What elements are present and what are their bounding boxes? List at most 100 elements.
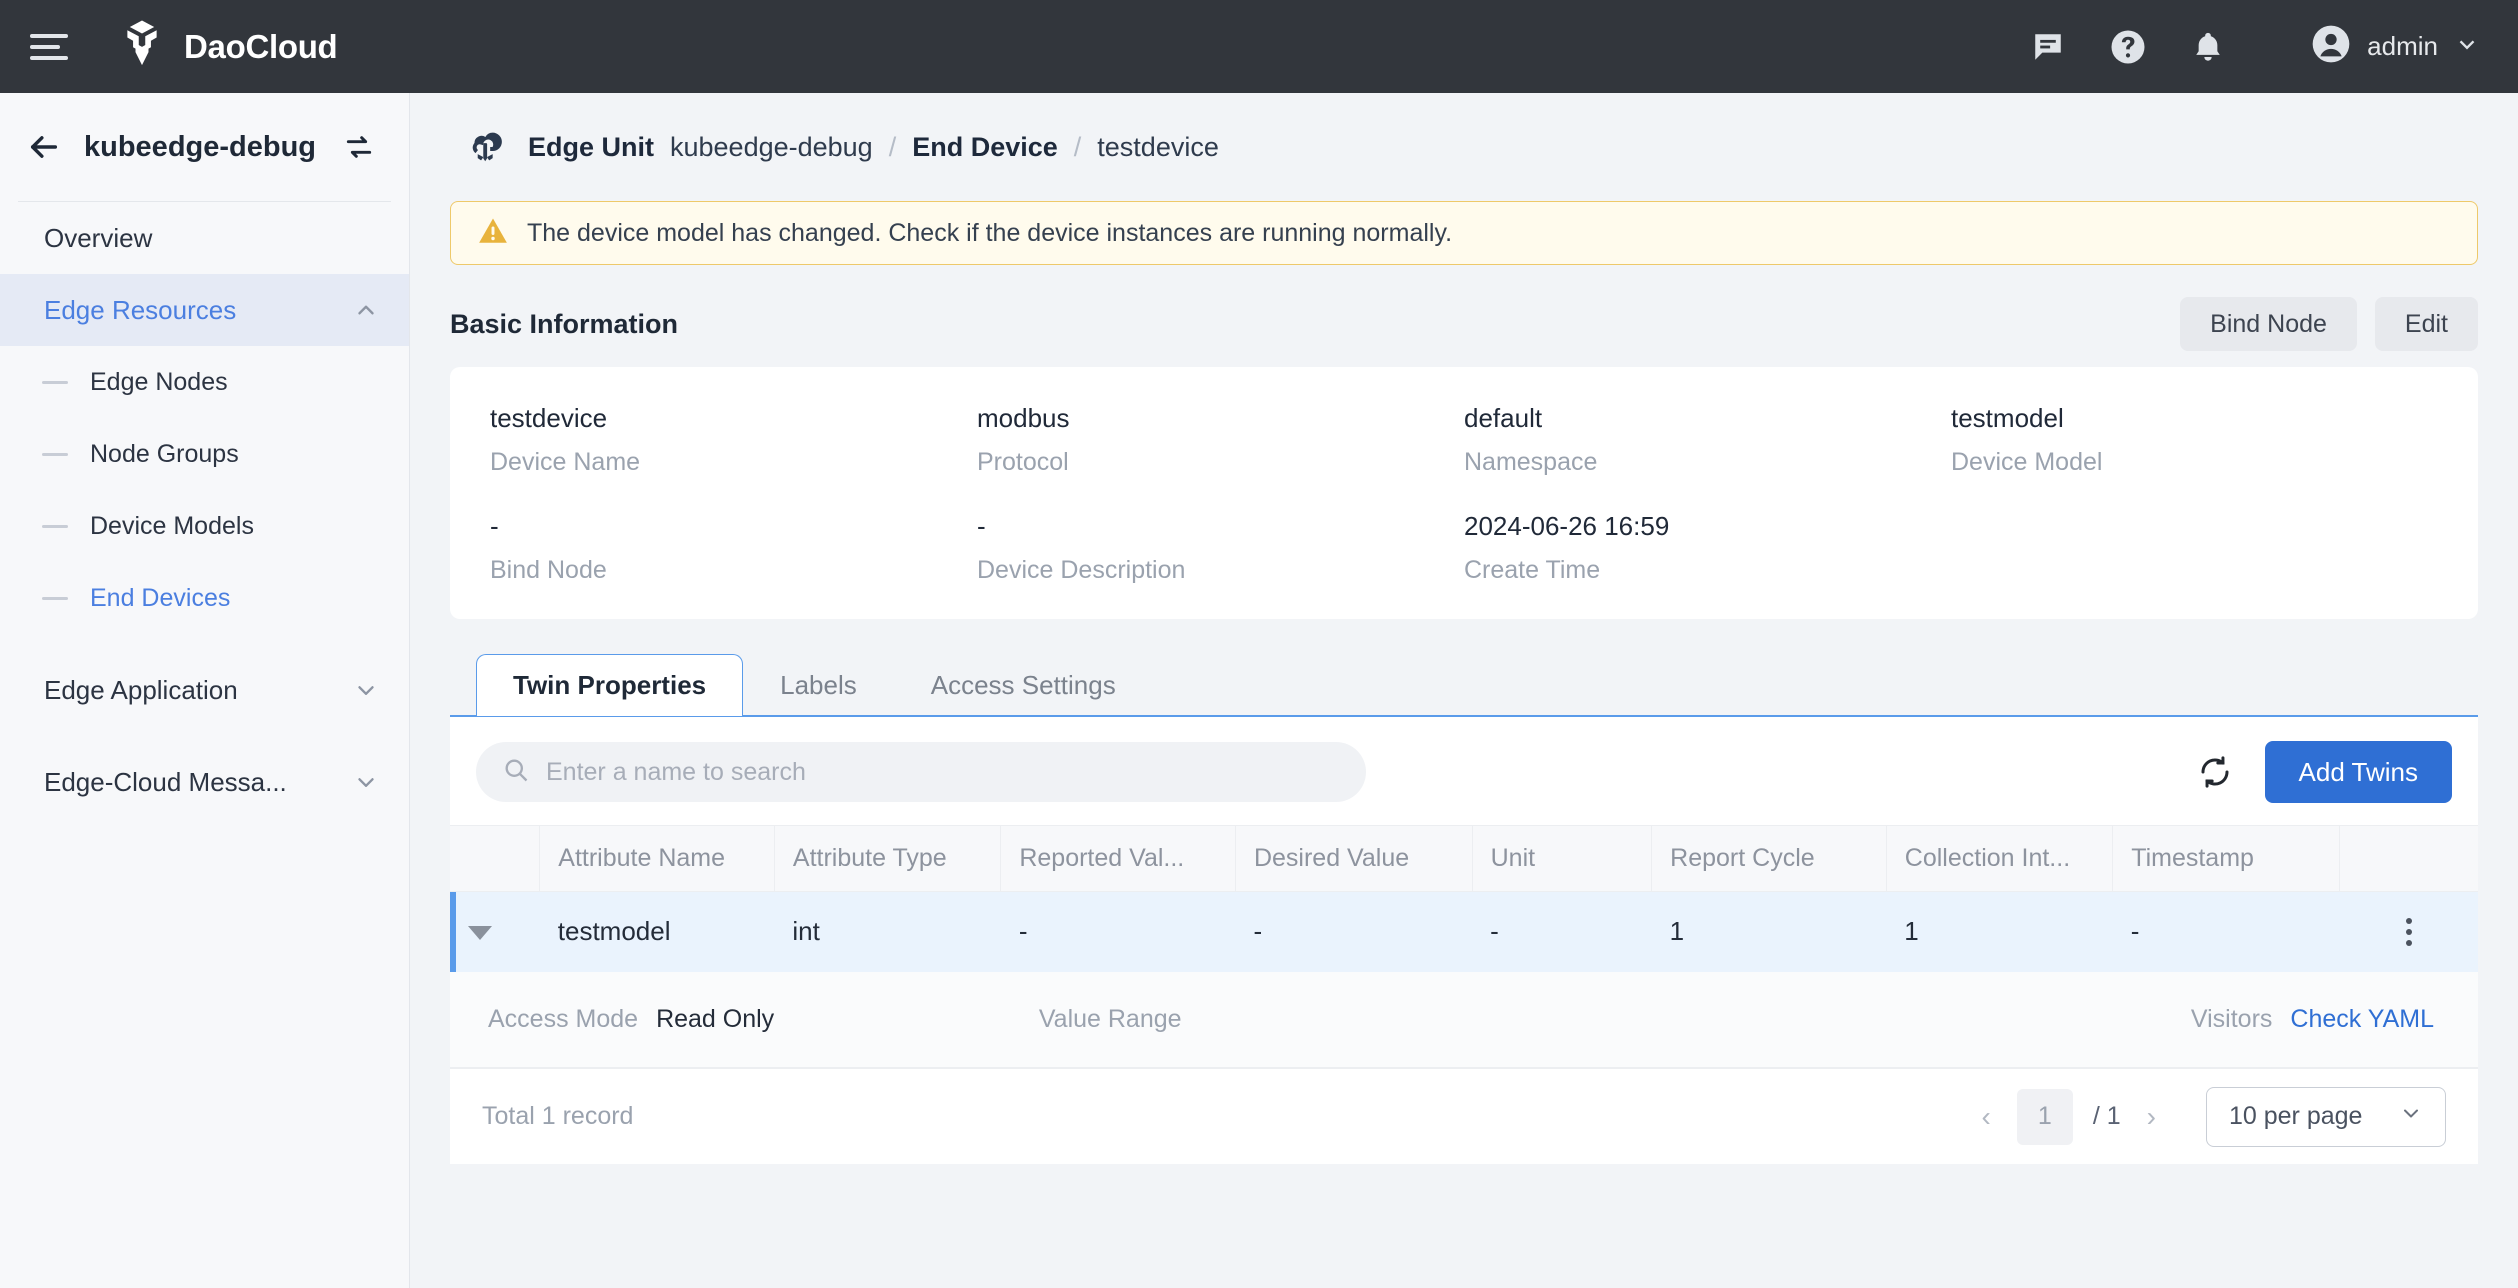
search-icon [502,756,530,789]
breadcrumb-unit-label: Edge Unit [528,132,654,163]
info-value: - [490,511,977,542]
caret-down-icon[interactable] [468,926,492,940]
tab-twin-properties[interactable]: Twin Properties [476,654,743,716]
edit-button[interactable]: Edit [2375,297,2478,351]
info-field: testmodel Device Model [1951,403,2438,477]
switch-cluster-icon[interactable] [339,127,379,167]
check-yaml-link[interactable]: Check YAML [2290,1005,2434,1034]
bell-icon[interactable] [2189,28,2227,66]
table-row-detail: Access Mode Read Only Value Range [450,972,2478,1068]
info-field: testdevice Device Name [490,403,977,477]
sidebar-item-label: End Devices [90,584,230,613]
column-header-report-cycle: Report Cycle [1652,826,1887,892]
table-toolbar: Add Twins [450,717,2478,825]
sidebar-item-node-groups[interactable]: Node Groups [0,418,409,490]
search-box[interactable] [476,742,1366,802]
refresh-icon[interactable] [2189,746,2241,798]
info-value: modbus [977,403,1464,434]
warning-triangle-icon [477,215,509,252]
info-field: - Device Description [977,511,1464,585]
page-size-select[interactable]: 10 per page [2206,1087,2446,1147]
sidebar-item-device-models[interactable]: Device Models [0,490,409,562]
detail-access-mode: Access Mode Read Only [450,972,1001,1068]
table-row[interactable]: testmodel int - - - 1 1 - [450,892,2478,972]
avatar-icon [2311,24,2351,69]
info-field: 2024-06-26 16:59 Create Time [1464,511,1951,585]
page-number-input[interactable]: 1 [2017,1089,2073,1145]
info-value: default [1464,403,1951,434]
twin-properties-panel: Add Twins [450,717,2478,1164]
brand-logo[interactable]: DaoCloud [116,18,337,75]
cell-collection-interval: 1 [1886,892,2112,972]
user-menu[interactable]: admin [2311,24,2480,69]
sidebar-item-overview[interactable]: Overview [0,202,409,274]
sidebar-item-end-devices[interactable]: End Devices [0,562,409,634]
back-arrow-icon[interactable] [22,125,66,169]
chat-icon[interactable] [2029,28,2067,66]
pagination-controls: ‹ 1 / 1 › 10 per page [1976,1087,2446,1147]
warning-banner: The device model has changed. Check if t… [450,201,2478,265]
column-header-attribute-type: Attribute Type [774,826,1000,892]
sidebar-item-edge-application[interactable]: Edge Application [0,654,409,726]
dash-icon [42,381,68,384]
warning-banner-text: The device model has changed. Check if t… [527,219,1452,248]
info-label: Bind Node [490,556,977,585]
daocloud-cube-icon [116,18,168,75]
sidebar-item-label: Edge Nodes [90,368,228,397]
breadcrumb-device-value[interactable]: testdevice [1097,132,1219,163]
sidebar-spacer [0,726,409,746]
cell-actions[interactable] [2339,892,2478,972]
breadcrumb-device-label: End Device [912,132,1058,163]
info-label: Device Model [1951,448,2438,477]
column-header-desired-value: Desired Value [1235,826,1472,892]
chevron-down-icon [353,677,379,703]
detail-label: Access Mode [488,1005,638,1034]
page-total-label: / 1 [2093,1102,2121,1131]
cell-timestamp: - [2113,892,2339,972]
more-options-icon[interactable] [2357,918,2460,946]
chevron-down-icon[interactable] [2454,31,2480,62]
detail-visitors: Visitors Check YAML [1652,972,2478,1068]
twin-panel: Twin Properties Labels Access Settings [450,653,2478,1164]
sidebar: kubeedge-debug Overview Edge Resources [0,93,410,1288]
detail-value-range: Value Range [1001,972,1652,1068]
tab-label: Labels [780,670,857,701]
column-header-collection-interval: Collection Int... [1886,826,2112,892]
sidebar-header: kubeedge-debug [0,93,409,201]
row-expander-cell[interactable] [450,892,540,972]
sidebar-item-edge-nodes[interactable]: Edge Nodes [0,346,409,418]
cell-desired-value: - [1235,892,1472,972]
column-header-timestamp: Timestamp [2113,826,2339,892]
info-field-empty [1951,511,2438,585]
info-field: - Bind Node [490,511,977,585]
previous-page-icon[interactable]: ‹ [1976,1101,1997,1133]
info-label: Create Time [1464,556,1951,585]
info-value: testmodel [1951,403,2438,434]
info-label: Namespace [1464,448,1951,477]
next-page-icon[interactable]: › [2141,1101,2162,1133]
info-value: 2024-06-26 16:59 [1464,511,1951,542]
search-input[interactable] [546,758,1340,787]
tab-labels[interactable]: Labels [743,654,894,716]
sidebar-item-edge-cloud-messaging[interactable]: Edge-Cloud Messa... [0,746,409,818]
cell-attribute-name: testmodel [540,892,775,972]
sidebar-spacer [0,634,409,654]
basic-information-card: testdevice Device Name modbus Protocol d… [450,367,2478,619]
add-twins-button[interactable]: Add Twins [2265,741,2452,803]
tab-label: Twin Properties [513,670,706,701]
tab-bar: Twin Properties Labels Access Settings [450,653,2478,715]
column-header-unit: Unit [1472,826,1652,892]
page-title: Basic Information [450,309,2162,340]
cell-report-cycle: 1 [1652,892,1887,972]
bind-node-button[interactable]: Bind Node [2180,297,2357,351]
menu-icon[interactable] [30,25,74,69]
top-navigation-bar: DaoCloud [0,0,2518,93]
detail-value: Read Only [656,1005,774,1034]
sidebar-item-label: Edge-Cloud Messa... [44,767,287,798]
edge-unit-cloud-icon [462,124,508,170]
tab-access-settings[interactable]: Access Settings [894,654,1153,716]
sidebar-item-edge-resources[interactable]: Edge Resources [0,274,409,346]
help-icon[interactable] [2109,28,2147,66]
dash-icon [42,597,68,600]
breadcrumb-unit-value[interactable]: kubeedge-debug [670,132,873,163]
